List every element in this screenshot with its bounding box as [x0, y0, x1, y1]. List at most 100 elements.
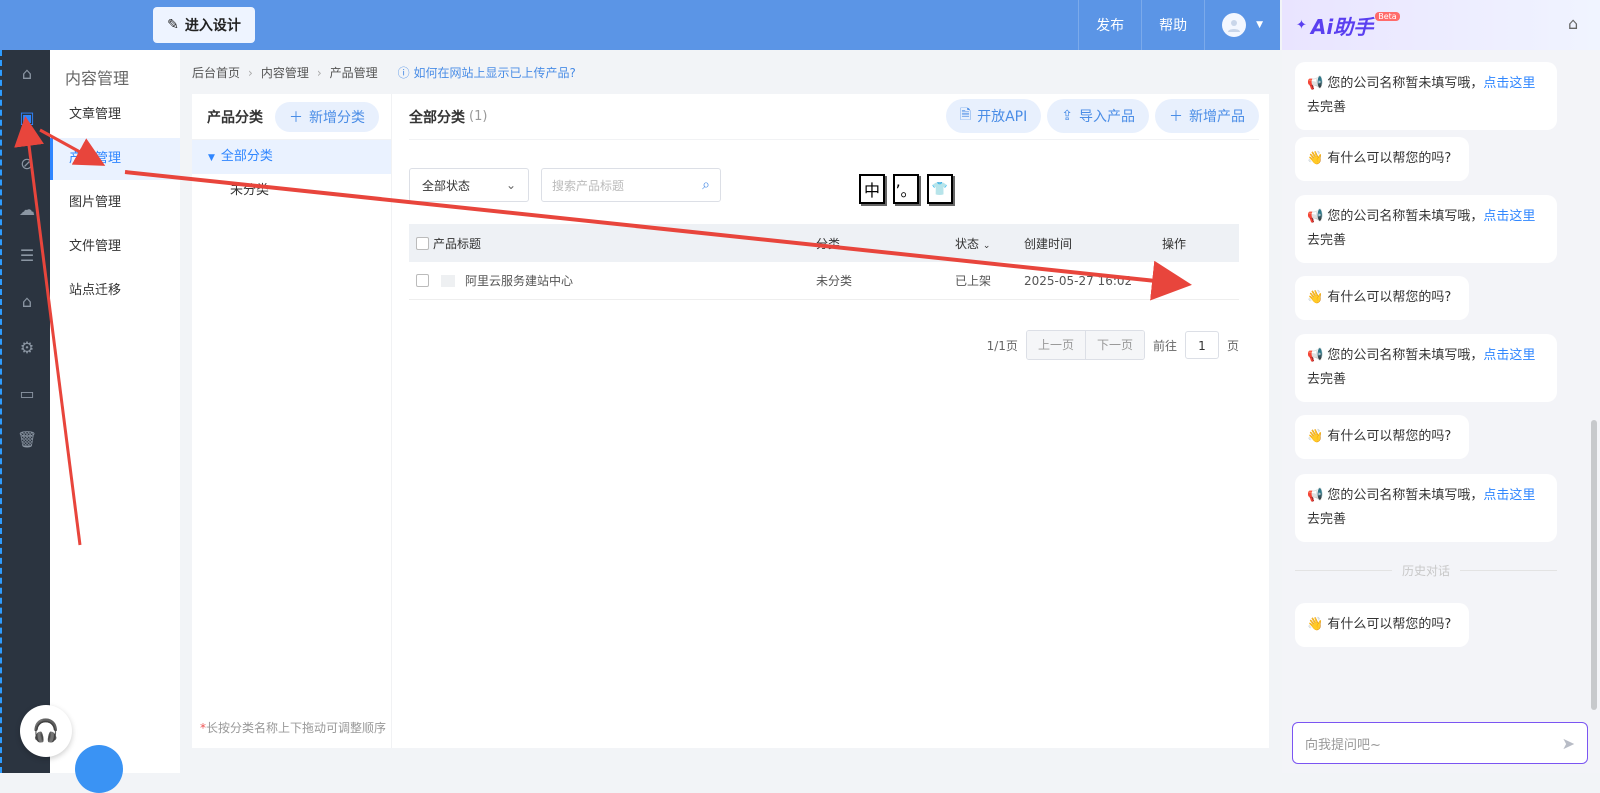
list-count: (1) [469, 109, 488, 124]
plus-icon: ＋ [1169, 109, 1183, 125]
row-checkbox[interactable] [416, 274, 429, 287]
wave-icon: 👋 [1307, 617, 1324, 632]
category-title: 产品分类 [207, 109, 263, 126]
megaphone-icon: 📢 [1307, 348, 1324, 363]
terminal-icon[interactable]: ▭ [17, 384, 37, 404]
tree-item-all[interactable]: ▼ 全部分类 [192, 140, 391, 174]
product-status: 已上架 [955, 274, 992, 288]
breadcrumb-products: 产品管理 [329, 66, 378, 80]
chevron-down-icon: ⌄ [982, 240, 991, 251]
document-icon: 🗎 [959, 107, 972, 123]
subnav-title: 内容管理 [65, 69, 130, 88]
subnav-item-images[interactable]: 图片管理 [50, 182, 180, 224]
category-panel: 产品分类 ＋新增分类 ▼ 全部分类 未分类 *长按分类名称上下拖动可调整顺序 [192, 94, 392, 748]
chevron-down-icon: ⌄ [505, 178, 516, 192]
help-tip-link[interactable]: ⓘ 如何在网站上显示已上传产品? [398, 64, 576, 81]
search-icon: ⌕ [702, 177, 710, 193]
sparkle-icon: ✦ [1296, 17, 1307, 33]
gear-icon[interactable]: ⚙ [17, 338, 37, 358]
product-category: 未分类 [816, 274, 853, 288]
help-button[interactable]: 帮助 [1141, 0, 1204, 50]
drag-hint: *长按分类名称上下拖动可调整顺序 [200, 721, 387, 735]
subnav-item-files[interactable]: 文件管理 [50, 226, 180, 268]
complete-company-link[interactable]: 点击这里 [1483, 209, 1535, 224]
icon-sidebar: ⌂ ▣ ⊘ ☁ ☰ ⌂ ⚙ ▭ 🗑 [0, 50, 50, 773]
page-input[interactable]: 1 [1184, 331, 1219, 359]
chat-message: 👋 有什么可以帮您的吗? [1295, 415, 1469, 459]
chevron-down-icon: ▼ [1256, 20, 1263, 30]
subnav-item-articles[interactable]: 文章管理 [50, 94, 180, 136]
column-actions: 操作 [1162, 236, 1187, 251]
chevron-right-icon: › [248, 65, 253, 80]
user-menu[interactable]: ▼ [1204, 0, 1280, 50]
chat-message: 📢 您的公司名称暂未填写哦，点击这里 去完善 [1295, 195, 1557, 263]
product-created: 2025-05-27 16:02 [1024, 273, 1133, 288]
glyph-box: ’。 [893, 174, 919, 204]
content-icon[interactable]: ▣ [17, 108, 37, 128]
tree-item-uncategorized[interactable]: 未分类 [192, 174, 391, 208]
open-api-button[interactable]: 🗎 开放API [945, 99, 1042, 133]
enter-design-button[interactable]: ✎ 进入设计 [153, 7, 255, 43]
glyph-box: 中 [859, 174, 885, 204]
trash-icon[interactable]: 🗑 [17, 430, 37, 450]
ai-question-input[interactable]: 向我提问吧~ ➤ [1292, 722, 1588, 764]
complete-company-link[interactable]: 点击这里 [1483, 76, 1535, 91]
top-bar: ✎ 进入设计 发布 帮助 ▼ [0, 0, 1280, 50]
shop-icon[interactable]: ⌂ [1568, 14, 1586, 33]
add-category-button[interactable]: ＋新增分类 [275, 101, 379, 132]
headset-icon[interactable]: 🎧 [20, 705, 72, 757]
pencil-icon: ✎ [167, 17, 179, 33]
chevron-right-icon: › [316, 65, 322, 80]
prev-page-button[interactable]: 上一页 [1026, 331, 1085, 359]
status-select[interactable]: 全部状态 ⌄ [409, 168, 529, 202]
chat-message: 📢 您的公司名称暂未填写哦，点击这里 去完善 [1295, 334, 1557, 402]
chat-message: 📢 您的公司名称暂未填写哦，点击这里 去完善 [1295, 62, 1557, 130]
edit-icon[interactable]: ✎ [1162, 273, 1174, 289]
chat-icon[interactable]: ☁ [17, 200, 37, 220]
add-product-button[interactable]: ＋新增产品 [1155, 99, 1259, 133]
ai-logo: Ai助手 [1310, 14, 1374, 39]
chat-message: 📢 您的公司名称暂未填写哦，点击这里 去完善 [1295, 474, 1557, 542]
complete-company-link[interactable]: 点击这里 [1483, 488, 1535, 503]
megaphone-icon: 📢 [1307, 488, 1324, 503]
wave-icon: 👋 [1307, 429, 1324, 444]
wave-icon: 👋 [1307, 151, 1324, 166]
plus-icon: ＋ [289, 109, 303, 126]
column-created: 创建时间 [1024, 236, 1073, 251]
planet-icon[interactable]: ⊘ [17, 154, 37, 174]
caret-down-icon: ▼ [208, 153, 215, 163]
breadcrumb-content[interactable]: 内容管理 [261, 64, 309, 81]
subnav-item-migration[interactable]: 站点迁移 [50, 270, 180, 312]
product-title[interactable]: 阿里云服务建站中心 [465, 272, 573, 289]
breadcrumb-home[interactable]: 后台首页 [192, 64, 240, 81]
column-status[interactable]: 状态 ⌄ [955, 235, 1024, 252]
glyph-box: 👕 [927, 174, 953, 204]
product-thumbnail [441, 274, 455, 287]
complete-company-link[interactable]: 点击这里 [1483, 348, 1535, 363]
list-title: 全部分类 [409, 109, 465, 126]
page-info: 1/1页 [986, 338, 1018, 353]
floating-bubble[interactable] [75, 745, 123, 793]
wave-icon: 👋 [1307, 290, 1324, 305]
ai-assistant-panel: ✦ Ai助手 Beta ⌂ 📢 您的公司名称暂未填写哦，点击这里 去完善 👋 有… [1282, 0, 1600, 773]
import-products-button[interactable]: ⇪ 导入产品 [1047, 99, 1149, 133]
ai-header: ✦ Ai助手 Beta ⌂ [1282, 0, 1600, 50]
megaphone-icon: 📢 [1307, 76, 1324, 91]
bag-icon[interactable]: ⌂ [17, 292, 37, 312]
subnav-item-products[interactable]: 产品管理 [50, 138, 180, 180]
product-list: 全部分类 (1) 🗎 开放API ⇪ 导入产品 ＋新增产品 全部状态 ⌄ 搜索产品标题… [409, 94, 1259, 748]
list-icon[interactable]: ☰ [17, 246, 37, 266]
publish-button[interactable]: 发布 [1078, 0, 1141, 50]
goto-label: 前往 [1152, 338, 1177, 353]
home-icon[interactable]: ⌂ [17, 64, 37, 84]
column-category: 分类 [816, 236, 841, 251]
avatar [1222, 13, 1247, 37]
select-all-checkbox[interactable] [416, 236, 429, 250]
history-divider: 历史对话 [1295, 562, 1557, 579]
chat-scrollbar[interactable] [1591, 420, 1597, 710]
send-icon[interactable]: ➤ [1562, 734, 1575, 753]
next-page-button[interactable]: 下一页 [1084, 331, 1144, 359]
product-table: 产品标题 分类 状态 ⌄ 创建时间 操作 阿里云服务建站中心 未分类 已上架 2… [409, 224, 1239, 300]
page-unit: 页 [1226, 338, 1239, 353]
search-input[interactable]: 搜索产品标题 ⌕ [541, 168, 721, 202]
